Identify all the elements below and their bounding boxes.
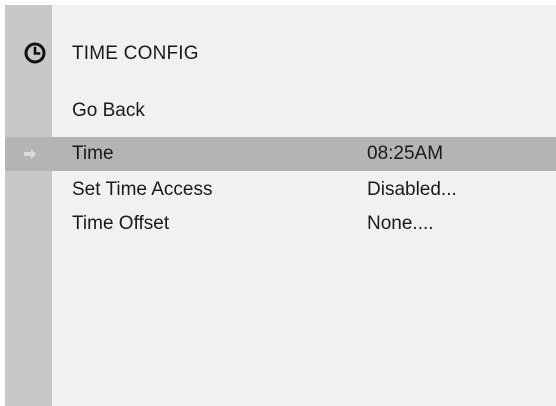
menu-item-time-offset[interactable]: Time Offset None.... bbox=[5, 207, 556, 241]
page-title: TIME CONFIG bbox=[72, 43, 199, 64]
go-back-item[interactable]: Go Back bbox=[5, 94, 556, 128]
arrow-right-icon bbox=[24, 149, 36, 159]
time-config-screen: TIME CONFIG Go Back Time 08:25AM Set Tim… bbox=[5, 5, 556, 406]
menu-item-label: Set Time Access bbox=[72, 179, 213, 200]
menu-item-value: 08:25AM bbox=[367, 143, 444, 164]
menu-item-set-time-access[interactable]: Set Time Access Disabled... bbox=[5, 173, 556, 207]
menu-item-label: Time Offset bbox=[72, 213, 170, 234]
go-back-label: Go Back bbox=[72, 100, 145, 121]
menu-item-time[interactable]: Time 08:25AM bbox=[5, 137, 556, 171]
menu-item-label: Time bbox=[72, 143, 114, 164]
menu-item-value: None.... bbox=[367, 213, 434, 234]
clock-icon bbox=[24, 42, 46, 64]
menu-item-value: Disabled... bbox=[367, 179, 457, 200]
